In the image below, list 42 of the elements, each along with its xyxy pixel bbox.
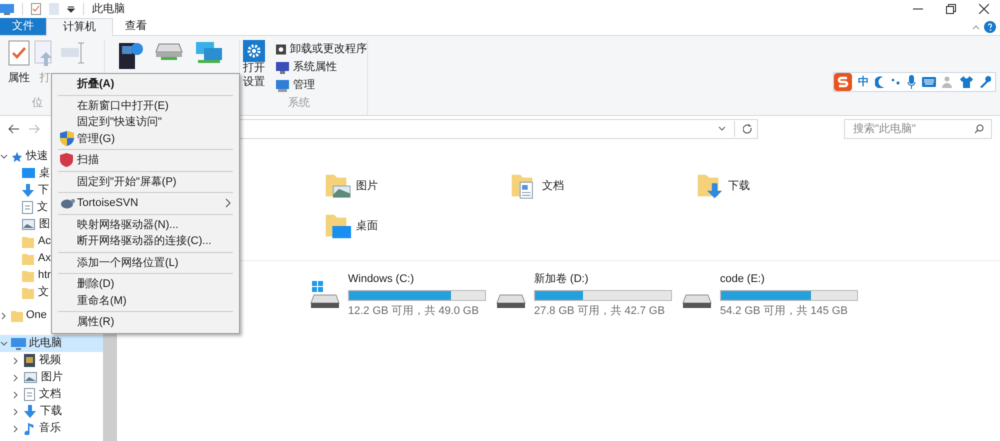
menu-item-label: 断开网络驱动器的连接(C)... — [77, 234, 212, 249]
tree-item-label: 快速 — [26, 149, 48, 164]
tree-item-label: 图 — [39, 217, 50, 232]
tree-item-label: 下载 — [40, 404, 62, 420]
folder-label: 桌面 — [356, 218, 378, 234]
tree-item-label: Ax — [38, 251, 51, 266]
menu-item-label: 管理(G) — [77, 132, 115, 146]
menu-item-label: 固定到"开始"屏幕(P) — [77, 174, 176, 190]
ribbon-group-label: 系统 — [288, 96, 311, 110]
menu-item-label: 重命名(M) — [77, 294, 126, 308]
menu-item-label: 属性(R) — [77, 315, 114, 330]
drive-free-space: 27.8 GB 可用，共 42.7 GB — [534, 304, 666, 318]
menu-item-label: 折叠(A) — [77, 77, 114, 92]
menu-item-label: 删除(D) — [77, 277, 114, 292]
folder-label: 文档 — [542, 178, 564, 194]
tree-item-label: 文 — [37, 200, 48, 216]
menu-item-label: 映射网络驱动器(N)... — [77, 218, 178, 232]
drive-name: 新加卷 (D:) — [534, 272, 590, 287]
tree-item-label: 此电脑 — [29, 336, 62, 352]
menu-item-label: 固定到"快速访问" — [77, 114, 162, 130]
menu-item-label: 添加一个网络位置(L) — [77, 256, 178, 270]
drive-name: Windows (C:) — [348, 272, 416, 287]
menu-item-label: 扫描 — [77, 153, 99, 168]
tree-item-label: htr — [38, 268, 51, 284]
tree-item-label: 音乐 — [39, 420, 61, 436]
tree-item-label: Ac — [38, 234, 51, 250]
folder-label: 图片 — [356, 178, 378, 194]
drive-name: code (E:) — [720, 272, 766, 287]
menu-item-label: TortoiseSVN — [77, 196, 138, 211]
drive-free-space: 54.2 GB 可用，共 145 GB — [720, 304, 849, 318]
folder-label: 下载 — [728, 178, 750, 194]
tree-item-label: 视频 — [39, 353, 61, 368]
tree-item-label: 下 — [38, 183, 49, 198]
drive-free-space: 12.2 GB 可用，共 49.0 GB — [348, 304, 480, 318]
ribbon-group-label: 位 — [32, 96, 43, 110]
tree-item-label: 桌 — [39, 166, 50, 182]
tree-item-label: 文档 — [39, 386, 61, 402]
tree-item-label: One — [26, 308, 47, 324]
window-title: 此电脑 — [92, 2, 125, 17]
tree-item-label: 文 — [38, 284, 49, 300]
menu-item-label: 在新窗口中打开(E) — [77, 98, 169, 114]
tree-item-label: 图片 — [41, 370, 63, 386]
